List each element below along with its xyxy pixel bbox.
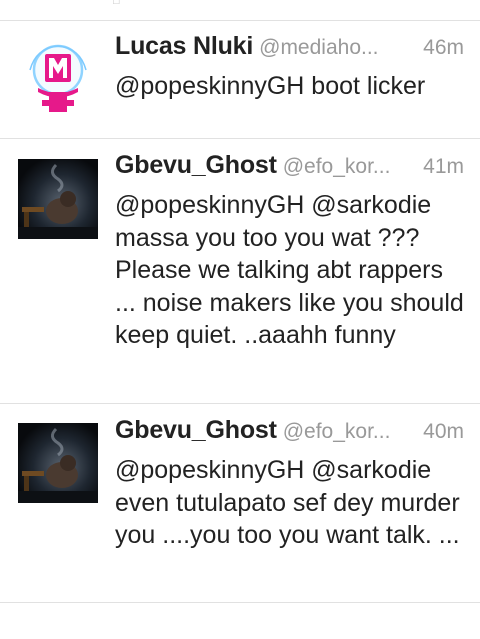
user-name[interactable]: Gbevu_Ghost xyxy=(115,151,277,179)
avatar[interactable] xyxy=(18,40,98,120)
user-name[interactable]: Gbevu_Ghost xyxy=(115,416,277,444)
user-handle[interactable]: @efo_kor... xyxy=(283,155,391,178)
tweet-text: @popeskinnyGH @sarkodie massa you too yo… xyxy=(115,191,464,349)
tweet-row[interactable]: Lucas Nluki @mediaho... 46m @popeskinnyGH… xyxy=(0,21,480,139)
tweet-time: 46m xyxy=(423,36,464,59)
tweet-text: @popeskinnyGH boot licker xyxy=(115,72,426,100)
smoky-photo-icon xyxy=(18,159,98,239)
truncated-action-icon: ⌂ xyxy=(112,0,130,6)
previous-tweet-edge: ⌂ xyxy=(0,0,480,21)
tweet-row[interactable]: Gbevu_Ghost @efo_kor... 41m @popeskinnyGH… xyxy=(0,139,480,404)
avatar[interactable] xyxy=(18,159,98,239)
tweet-time: 40m xyxy=(423,420,464,443)
tweet-time: 41m xyxy=(423,155,464,178)
user-handle[interactable]: @efo_kor... xyxy=(283,420,391,443)
user-name[interactable]: Lucas Nluki xyxy=(115,32,253,60)
smoky-photo-icon xyxy=(18,423,98,503)
avatar[interactable] xyxy=(18,423,98,503)
user-handle[interactable]: @mediaho... xyxy=(259,36,378,59)
tweet-header: Lucas Nluki @mediaho... 46m xyxy=(115,32,464,66)
mediahouse-logo-icon xyxy=(18,40,98,120)
tweet-header: Gbevu_Ghost @efo_kor... 40m xyxy=(115,416,464,450)
tweet-row[interactable]: Gbevu_Ghost @efo_kor... 40m @popeskinnyGH… xyxy=(0,404,480,603)
tweet-header: Gbevu_Ghost @efo_kor... 41m xyxy=(115,151,464,185)
tweet-text: @popeskinnyGH @sarkodie even tutulapato … xyxy=(115,456,460,549)
timeline-bottom-space xyxy=(0,603,480,639)
